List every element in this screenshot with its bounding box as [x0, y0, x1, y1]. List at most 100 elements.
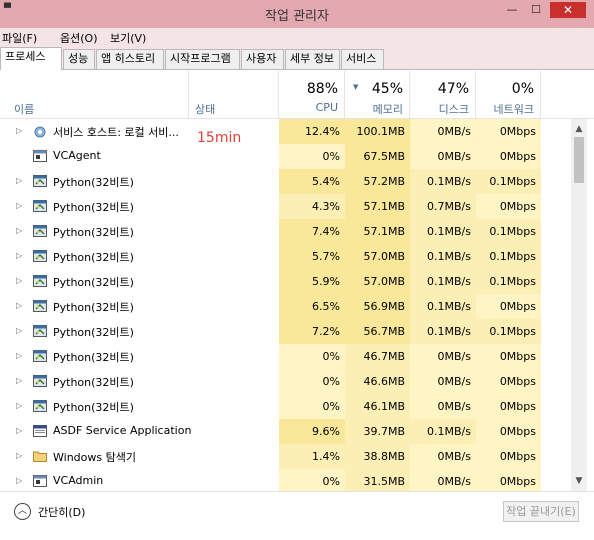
process-name: Windows 탐색기	[53, 451, 136, 464]
expand-arrow-icon[interactable]: ▷	[16, 301, 22, 310]
disk-cell: 0MB/s	[410, 444, 476, 469]
tab-details[interactable]: 세부 정보	[285, 49, 340, 69]
maximize-button[interactable]: ☐	[526, 2, 546, 18]
expand-arrow-icon[interactable]: ▷	[16, 251, 22, 260]
col-cpu[interactable]: 88% CPU	[279, 71, 345, 119]
expand-arrow-icon[interactable]: ▷	[16, 351, 22, 360]
window-icon	[33, 150, 47, 162]
expand-arrow-icon[interactable]: ▷	[16, 376, 22, 385]
process-row[interactable]: VCAgent 0% 67.5MB 0MB/s 0Mbps	[0, 144, 571, 169]
disk-cell: 0.1MB/s	[410, 294, 476, 319]
cpu-cell: 5.7%	[279, 244, 345, 269]
col-cpu-label: CPU	[315, 101, 338, 114]
tab-services[interactable]: 서비스	[341, 49, 384, 69]
memory-cell: 46.1MB	[345, 394, 410, 419]
network-cell: 0Mbps	[476, 419, 541, 444]
expand-arrow-icon[interactable]: ▷	[16, 276, 22, 285]
minimize-button[interactable]: —	[502, 2, 522, 18]
memory-cell: 57.0MB	[345, 269, 410, 294]
memory-cell: 100.1MB	[345, 119, 410, 144]
disk-total: 47%	[437, 81, 469, 97]
python-icon	[33, 350, 47, 362]
col-name-label: 이름	[14, 103, 35, 116]
process-name: Python(32비트)	[53, 326, 134, 339]
column-header: 이름 상태 88% CPU ▼ 45% 메모리 47% 디스크 0% 네트워크	[0, 71, 594, 119]
expand-arrow-icon[interactable]: ▷	[16, 176, 22, 185]
python-icon	[33, 275, 47, 287]
col-memory[interactable]: ▼ 45% 메모리	[345, 71, 410, 119]
end-task-button[interactable]: 작업 끝내기(E)	[503, 501, 579, 522]
col-network[interactable]: 0% 네트워크	[476, 71, 541, 119]
expand-arrow-icon[interactable]: ▷	[16, 401, 22, 410]
menu-file[interactable]: 파일(F)	[2, 30, 37, 46]
expand-arrow-icon[interactable]: ▷	[16, 326, 22, 335]
process-row[interactable]: ▷ Python(32비트) 6.5% 56.9MB 0.1MB/s 0Mbps	[0, 294, 571, 319]
process-row[interactable]: ▷ Python(32비트) 0% 46.1MB 0MB/s 0Mbps	[0, 394, 571, 419]
chevron-up-icon[interactable]: ︿	[14, 503, 31, 520]
cpu-cell: 0%	[279, 394, 345, 419]
tab-app-history[interactable]: 앱 히스토리	[96, 49, 164, 69]
service-app-icon	[33, 425, 47, 437]
folder-icon	[33, 450, 47, 462]
close-button[interactable]: ✕	[550, 2, 586, 18]
cpu-cell: 0%	[279, 469, 345, 491]
tab-startup[interactable]: 시작프로그램	[165, 49, 240, 69]
col-name[interactable]: 이름	[0, 71, 189, 119]
process-row[interactable]: ▷ Python(32비트) 5.4% 57.2MB 0.1MB/s 0.1Mbps	[0, 169, 571, 194]
process-row[interactable]: ▷ Python(32비트) 5.9% 57.0MB 0.1MB/s 0.1Mbps	[0, 269, 571, 294]
expand-arrow-icon[interactable]: ▷	[16, 226, 22, 235]
tab-performance[interactable]: 성능	[63, 49, 95, 69]
scroll-down-button[interactable]: ▼	[571, 473, 587, 489]
process-name: Python(32비트)	[53, 201, 134, 214]
memory-cell: 56.7MB	[345, 319, 410, 344]
process-list: ▷ 서비스 호스트: 로컬 서비... 12.4% 100.1MB 0MB/s 0Mbps…	[0, 119, 571, 491]
vertical-scrollbar[interactable]: ▲ ▼	[571, 119, 587, 491]
process-row[interactable]: ▷ Python(32비트) 7.4% 57.1MB 0.1MB/s 0.1Mbps	[0, 219, 571, 244]
disk-cell: 0.7MB/s	[410, 194, 476, 219]
col-status[interactable]: 상태	[189, 71, 279, 119]
cpu-cell: 4.3%	[279, 194, 345, 219]
col-disk-label: 디스크	[438, 103, 469, 116]
menu-view[interactable]: 보기(V)	[110, 30, 146, 46]
process-row[interactable]: ▷ VCAdmin 0% 31.5MB 0MB/s 0Mbps	[0, 469, 571, 491]
process-row[interactable]: ▷ Python(32비트) 0% 46.7MB 0MB/s 0Mbps	[0, 344, 571, 369]
expand-arrow-icon[interactable]: ▷	[16, 126, 22, 135]
disk-cell: 0.1MB/s	[410, 244, 476, 269]
fewer-details-link[interactable]: 간단히(D)	[38, 504, 85, 520]
process-row[interactable]: ▷ Python(32비트) 0% 46.6MB 0MB/s 0Mbps	[0, 369, 571, 394]
cpu-cell: 5.4%	[279, 169, 345, 194]
expand-arrow-icon[interactable]: ▷	[16, 476, 22, 485]
python-icon	[33, 375, 47, 387]
disk-cell: 0MB/s	[410, 394, 476, 419]
process-row[interactable]: ▷ Python(32비트) 7.2% 56.7MB 0.1MB/s 0.1Mbps	[0, 319, 571, 344]
tab-processes[interactable]: 프로세스	[0, 47, 62, 70]
memory-cell: 56.9MB	[345, 294, 410, 319]
tab-bar: 프로세스 성능 앱 히스토리 시작프로그램 사용자 세부 정보 서비스	[0, 46, 594, 70]
network-cell: 0.1Mbps	[476, 169, 541, 194]
process-row[interactable]: ▷ Python(32비트) 5.7% 57.0MB 0.1MB/s 0.1Mbps	[0, 244, 571, 269]
col-disk[interactable]: 47% 디스크	[410, 71, 476, 119]
sort-down-icon: ▼	[353, 83, 359, 91]
memory-cell: 39.7MB	[345, 419, 410, 444]
network-cell: 0Mbps	[476, 444, 541, 469]
process-name: Python(32비트)	[53, 176, 134, 189]
cpu-cell: 9.6%	[279, 419, 345, 444]
scroll-thumb[interactable]	[574, 137, 584, 183]
process-row[interactable]: ▷ ASDF Service Application 9.6% 39.7MB 0.1MB…	[0, 419, 571, 444]
cpu-total: 88%	[306, 81, 338, 97]
process-row[interactable]: ▷ 서비스 호스트: 로컬 서비... 12.4% 100.1MB 0MB/s 0Mbps	[0, 119, 571, 144]
memory-cell: 57.1MB	[345, 219, 410, 244]
python-icon	[33, 225, 47, 237]
tab-users[interactable]: 사용자	[241, 49, 284, 69]
process-name: Python(32비트)	[53, 401, 134, 414]
network-cell: 0Mbps	[476, 469, 541, 491]
expand-arrow-icon[interactable]: ▷	[16, 451, 22, 460]
process-name: ASDF Service Application	[53, 424, 192, 437]
cpu-cell: 0%	[279, 344, 345, 369]
scroll-up-button[interactable]: ▲	[571, 121, 587, 137]
expand-arrow-icon[interactable]: ▷	[16, 426, 22, 435]
expand-arrow-icon[interactable]: ▷	[16, 201, 22, 210]
process-row[interactable]: ▷ Windows 탐색기 1.4% 38.8MB 0MB/s 0Mbps	[0, 444, 571, 469]
process-row[interactable]: ▷ Python(32비트) 4.3% 57.1MB 0.7MB/s 0Mbps	[0, 194, 571, 219]
menu-options[interactable]: 옵션(O)	[60, 30, 97, 46]
